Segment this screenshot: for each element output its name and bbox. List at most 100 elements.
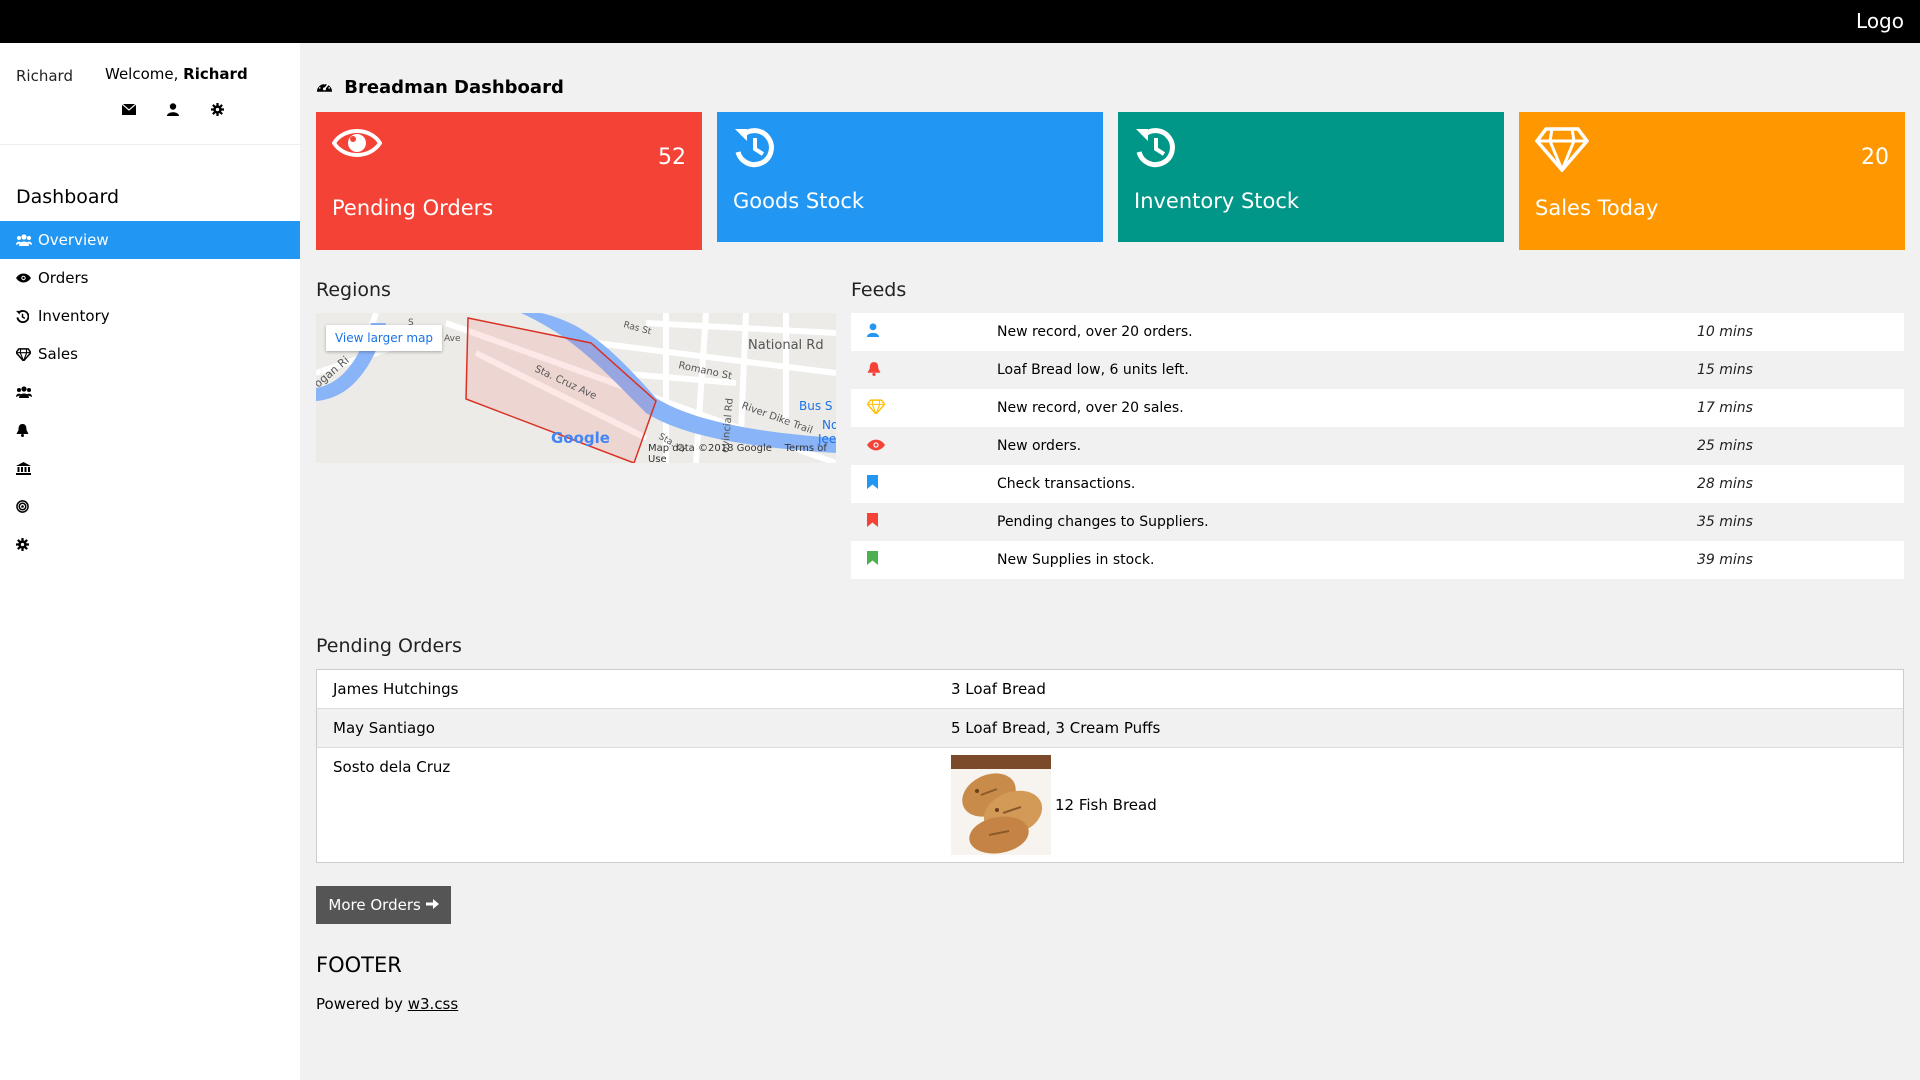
feed-time: 25 mins [1697,438,1753,454]
more-orders-label: More Orders [328,896,421,914]
welcome-label: Welcome, [105,65,179,83]
feed-time: 28 mins [1697,476,1753,492]
card-label: Inventory Stock [1134,189,1300,213]
cog-icon[interactable] [206,98,228,120]
order-items: 3 Loaf Bread [951,680,1046,698]
sidebar-item-overview[interactable]: Overview [0,221,300,259]
street-label: National Rd [748,338,824,353]
table-row[interactable]: James Hutchings 3 Loaf Bread [317,670,1903,709]
arrow-right-icon [425,896,439,914]
sidebar-heading: Dashboard [16,186,120,208]
bookmark-icon [851,551,997,569]
sidebar-item-orders[interactable]: Orders [0,259,300,297]
envelope-icon[interactable] [118,98,140,120]
feed-text: New record, over 20 orders. [997,324,1193,340]
order-customer: James Hutchings [333,680,459,698]
bell-icon [16,423,38,437]
more-orders-button[interactable]: More Orders [316,886,451,924]
feed-text: New record, over 20 sales. [997,400,1184,416]
feed-text: Pending changes to Suppliers. [997,514,1209,530]
pending-orders-table: James Hutchings 3 Loaf Bread May Santiag… [316,669,1904,863]
user-icon [851,323,997,341]
user-name: Richard [183,65,248,83]
history-icon [733,126,777,174]
user-icon[interactable] [162,98,184,120]
sidebar-item-label: Orders [38,269,89,287]
table-row[interactable]: May Santiago 5 Loaf Bread, 3 Cream Puffs [317,709,1903,748]
card-sales-today[interactable]: 20 Sales Today [1519,112,1905,250]
feed-text: New Supplies in stock. [997,552,1155,568]
diamond-icon [16,347,38,361]
street-label: No [822,418,836,432]
sidebar-item-inventory[interactable]: Inventory [0,297,300,335]
page-title: Breadman Dashboard [316,77,564,98]
order-customer: May Santiago [333,719,435,737]
order-items: 12 Fish Bread [1055,796,1157,814]
logo[interactable]: Logo [1856,9,1904,33]
sidebar: Richard Welcome, Richard Dashboard Overv… [0,43,300,1080]
card-value: 52 [658,145,686,170]
sidebar-item-bank[interactable] [0,449,300,487]
w3css-link[interactable]: w3.css [408,995,458,1013]
feed-item[interactable]: New Supplies in stock. 39 mins [851,541,1904,579]
sidebar-item-label: Overview [38,231,109,249]
feed-item[interactable]: Loaf Bread low, 6 units left. 15 mins [851,351,1904,389]
diamond-icon [851,398,997,418]
footer-title: FOOTER [316,953,402,977]
feed-item[interactable]: New orders. 25 mins [851,427,1904,465]
dashboard-icon [316,79,338,97]
view-larger-map-link[interactable]: View larger map [326,325,442,351]
eye-icon [851,437,997,455]
card-label: Sales Today [1535,196,1659,220]
feed-time: 17 mins [1697,400,1753,416]
top-bar: Logo [0,0,1920,43]
map-credits: Map data ©2018 Google Terms of Use [648,443,836,463]
profile-icons [118,98,228,120]
bank-icon [16,461,38,475]
table-row[interactable]: Sosto dela Cruz 12 Fish Bread [317,748,1903,862]
sidebar-item-targets[interactable] [0,487,300,525]
welcome-text: Welcome, Richard [105,65,248,83]
card-pending-orders[interactable]: 52 Pending Orders [316,112,702,250]
bell-icon [851,361,997,380]
card-goods-stock[interactable]: Goods Stock [717,112,1103,242]
card-label: Goods Stock [733,189,865,213]
feed-item[interactable]: Pending changes to Suppliers. 35 mins [851,503,1904,541]
pending-orders-title: Pending Orders [316,635,462,657]
feed-time: 15 mins [1697,362,1753,378]
users-icon [16,386,38,398]
profile-panel: Richard Welcome, Richard [0,43,300,145]
card-value: 20 [1861,145,1889,170]
eye-icon [331,126,383,164]
sidebar-item-label: Sales [38,345,78,363]
feed-time: 10 mins [1697,324,1753,340]
sidebar-item-notifications[interactable] [0,411,300,449]
feed-item[interactable]: New record, over 20 sales. 17 mins [851,389,1904,427]
map-data-text: Map data ©2018 Google [648,443,772,454]
page-title-text: Breadman Dashboard [344,77,564,98]
feed-text: Check transactions. [997,476,1136,492]
order-customer: Sosto dela Cruz [333,758,451,776]
feeds-title: Feeds [851,279,907,301]
powered-by-label: Powered by [316,995,403,1013]
history-icon [1134,126,1178,174]
feed-item[interactable]: New record, over 20 orders. 10 mins [851,313,1904,351]
powered-by: Powered by w3.css [316,995,458,1013]
sidebar-item-users[interactable] [0,373,300,411]
order-items-cell: 12 Fish Bread [951,748,1157,862]
cog-icon [16,537,38,551]
regions-title: Regions [316,279,391,301]
sidebar-item-sales[interactable]: Sales [0,335,300,373]
feeds-list: New record, over 20 orders. 10 mins Loaf… [851,313,1904,579]
sidebar-item-settings[interactable] [0,525,300,563]
bookmark-icon [851,475,997,493]
google-logo: Google [551,429,610,447]
fish-bread-image [951,755,1051,855]
feed-item[interactable]: Check transactions. 28 mins [851,465,1904,503]
feed-time: 39 mins [1697,552,1753,568]
card-inventory-stock[interactable]: Inventory Stock [1118,112,1504,242]
street-label: Ave [444,334,461,344]
regions-map[interactable]: National Rd Romano St River Dike Trail S… [316,313,836,463]
diamond-icon [1534,126,1590,176]
eye-icon [16,273,38,283]
